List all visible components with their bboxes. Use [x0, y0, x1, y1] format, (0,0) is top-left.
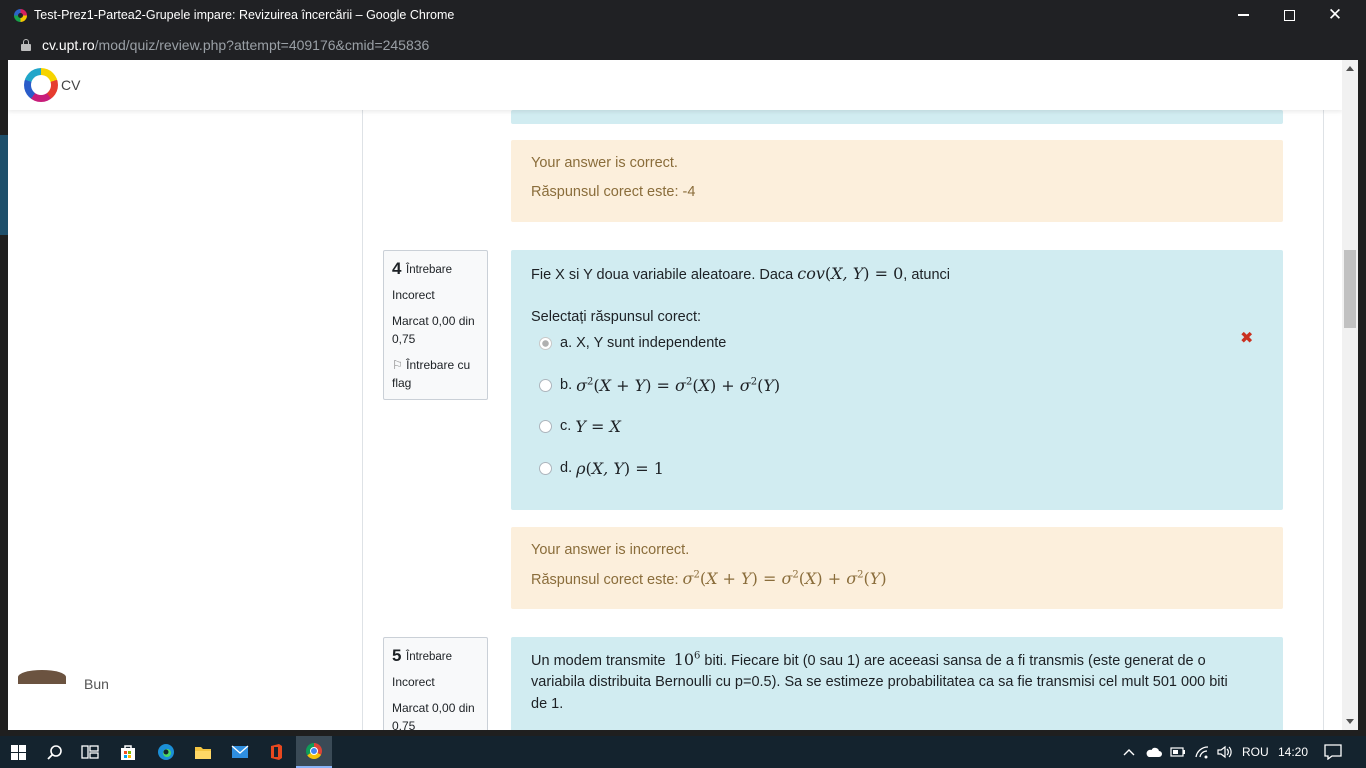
option-b-prefix: b. — [560, 377, 573, 393]
left-window-edge — [0, 60, 8, 730]
incorrect-x-icon: ✖ — [1240, 330, 1254, 347]
scrollbar-thumb[interactable] — [1344, 250, 1356, 328]
question-4-feedback: Your answer is incorrect. Răspunsul core… — [511, 527, 1283, 609]
question-5-mark-line2: 0,75 — [392, 719, 416, 730]
question-4-correct-formula: σ2(X + Y) = σ2(X) + σ2(Y) — [682, 569, 887, 588]
question-3-content-end — [511, 110, 1283, 124]
question-5-mark-line1: Marcat 0,00 din — [392, 701, 475, 715]
question-4-text: Fie X si Y doua variabile aleatoare. Dac… — [531, 264, 950, 283]
language-indicator[interactable]: ROU — [1242, 736, 1269, 768]
right-window-edge — [1358, 60, 1366, 730]
address-bar[interactable]: cv.upt.ro/mod/quiz/review.php?attempt=40… — [0, 30, 1366, 60]
mail-icon[interactable] — [222, 736, 258, 768]
question-4-feedback-status: Your answer is incorrect. — [531, 542, 690, 558]
question-5-text-line1-a: Un modem transmite — [531, 653, 670, 669]
question-4-flag-line2[interactable]: flag — [392, 376, 411, 390]
window-title: Test-Prez1-Partea2-Grupele impare: Reviz… — [34, 8, 455, 22]
question-3-feedback-status: Your answer is correct. — [531, 155, 678, 171]
question-4-option-c[interactable]: c. Y = X — [539, 415, 621, 437]
question-4-mark-line2: 0,75 — [392, 332, 416, 346]
question-4-option-b[interactable]: b. σ2(X + Y) = σ2(X) + σ2(Y) — [539, 374, 780, 396]
question-5-label: Întrebare — [406, 651, 453, 663]
option-d-formula: ρ(X, Y) = 1 — [576, 458, 664, 478]
option-b-formula: σ2(X + Y) = σ2(X) + σ2(Y) — [576, 375, 781, 395]
windows-start-icon[interactable] — [0, 736, 36, 768]
office-icon[interactable] — [258, 736, 294, 768]
chrome-logo — [306, 743, 322, 759]
site-logo-text[interactable]: CV — [61, 77, 80, 93]
question-5-state: Incorect — [392, 675, 435, 689]
option-c-prefix: c. — [560, 418, 572, 434]
left-panel-text: Bun — [84, 676, 109, 692]
question-5-text-line3: de 1. — [531, 696, 564, 712]
question-4-state: Incorect — [392, 288, 435, 302]
question-4-mark-line1: Marcat 0,00 din — [392, 314, 475, 328]
maximize-icon — [1283, 9, 1295, 21]
question-4-number: 4 — [392, 259, 402, 278]
question-5-number: 5 — [392, 646, 402, 665]
question-3-feedback-answer: Răspunsul corect este: -4 — [531, 184, 696, 200]
cv-logo-icon[interactable] — [24, 68, 58, 102]
lock-icon — [21, 39, 31, 51]
question-4-info: 4 Întrebare Incorect Marcat 0,00 din 0,7… — [383, 250, 488, 400]
task-view-icon[interactable] — [72, 736, 108, 768]
battery-icon[interactable] — [1170, 736, 1186, 768]
question-4-text-prefix: Fie X si Y doua variabile aleatoare. Dac… — [531, 267, 798, 283]
flag-icon: ⚐ — [392, 358, 403, 372]
window-titlebar: Test-Prez1-Partea2-Grupele impare: Reviz… — [0, 0, 1366, 30]
question-5-formula: 106 — [673, 650, 701, 669]
question-3-feedback: Your answer is correct. Răspunsul corect… — [511, 140, 1283, 222]
question-4-text-suffix: , atunci — [903, 267, 951, 283]
question-4-feedback-answer: Răspunsul corect este: σ2(X + Y) = σ2(X)… — [531, 569, 887, 588]
option-c-radio[interactable] — [539, 419, 552, 433]
question-5-text-line1-b: biti. Fiecare bit (0 sau 1) are aceeasi … — [700, 653, 1206, 669]
option-d-radio[interactable] — [539, 461, 552, 475]
option-c-formula: Y = X — [575, 416, 621, 436]
taskbar-clock[interactable]: 14:20 — [1278, 736, 1312, 768]
question-4-option-a[interactable]: a. X, Y sunt independente — [539, 332, 726, 354]
question-5-text-line2: variabila distribuita Bernoulli cu p=0.5… — [531, 674, 1228, 690]
search-icon[interactable] — [36, 736, 72, 768]
scroll-up-icon[interactable] — [1346, 66, 1354, 71]
minimize-icon — [1237, 14, 1249, 16]
store-icon[interactable] — [110, 736, 146, 768]
maximize-button[interactable] — [1266, 0, 1312, 30]
question-4-label: Întrebare — [406, 264, 453, 276]
question-5-text-line1: Un modem transmite 106 biti. Fiecare bit… — [531, 650, 1206, 669]
page-scrollbar[interactable] — [1342, 60, 1358, 730]
question-4-option-d[interactable]: d. ρ(X, Y) = 1 — [539, 457, 664, 479]
chrome-app-icon — [14, 9, 27, 22]
question-4-flag-line1: Întrebare cu — [406, 358, 471, 372]
question-4-feedback-answer-prefix: Răspunsul corect este: — [531, 572, 683, 588]
question-4-formula: cov(X, Y) = 0 — [797, 264, 904, 283]
question-5-info: 5 Întrebare Incorect Marcat 0,00 din 0,7… — [383, 637, 488, 730]
option-a-text: X, Y sunt independente — [576, 335, 727, 351]
cloud-icon[interactable] — [1145, 736, 1163, 768]
notifications-icon[interactable] — [1324, 736, 1342, 768]
volume-icon[interactable] — [1216, 736, 1234, 768]
option-b-radio[interactable] — [539, 378, 552, 392]
left-drawer: Bun — [8, 110, 342, 730]
windows-taskbar: ROU 14:20 — [0, 736, 1366, 768]
page-viewport: CV Bun Your answer is correct. Răspunsul… — [8, 60, 1342, 730]
wifi-icon[interactable] — [1194, 736, 1210, 768]
url-path: /mod/quiz/review.php?attempt=409176&cmid… — [94, 37, 430, 53]
close-icon: ✕ — [1327, 5, 1343, 24]
option-a-radio[interactable] — [539, 336, 552, 350]
url-text[interactable]: cv.upt.ro/mod/quiz/review.php?attempt=40… — [42, 37, 429, 53]
minimize-button[interactable] — [1220, 0, 1266, 30]
chrome-icon[interactable] — [296, 736, 332, 768]
question-4-prompt: Selectați răspunsul corect: — [531, 309, 702, 325]
url-host: cv.upt.ro — [42, 37, 95, 53]
avatar — [18, 670, 66, 684]
close-button[interactable]: ✕ — [1312, 0, 1358, 30]
option-d-prefix: d. — [560, 460, 573, 476]
scroll-down-icon[interactable] — [1346, 719, 1354, 724]
chevron-up-icon[interactable] — [1122, 736, 1136, 768]
file-explorer-icon[interactable] — [185, 736, 221, 768]
option-a-prefix: a. — [560, 335, 573, 351]
question-4-flag-link[interactable]: ⚐ Întrebare cu — [392, 358, 470, 372]
edge-icon[interactable] — [148, 736, 184, 768]
site-navbar: CV — [8, 60, 1342, 110]
